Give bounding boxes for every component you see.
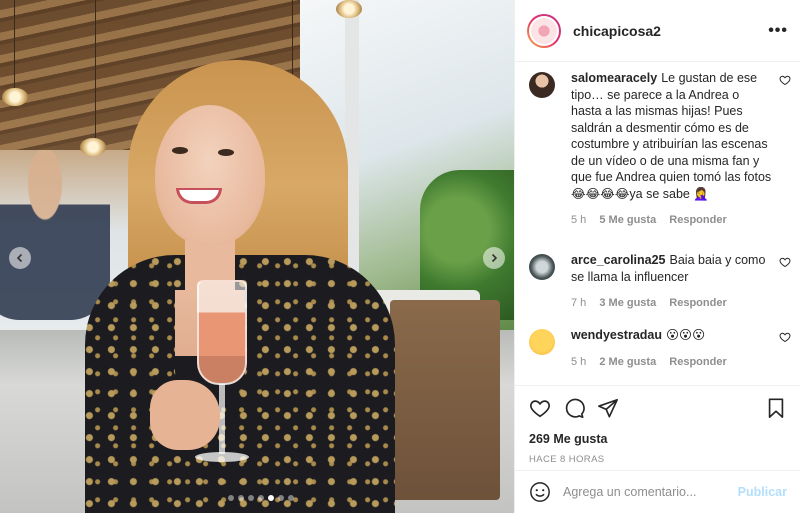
photo-woman-eye: [172, 147, 188, 154]
photo-champagne-glass: [197, 280, 247, 385]
carousel-indicator: [228, 495, 294, 501]
comment-time: 5 h: [571, 355, 587, 368]
comment-reply-button[interactable]: Responder: [669, 356, 726, 368]
action-icon-row: [529, 396, 787, 420]
heart-icon[interactable]: [529, 397, 551, 419]
carousel-dot: [258, 495, 264, 501]
author-avatar[interactable]: [527, 13, 561, 48]
comment-item: arce_carolina25 Baia baia y como se llama…: [529, 252, 791, 312]
commenter-avatar[interactable]: [529, 329, 555, 355]
author-username[interactable]: chicapicosa2: [573, 23, 768, 39]
photo-lamp: [80, 138, 106, 156]
comment-item: wendyestradau 😮😮😮 5 h 2 Me gusta Responde…: [529, 327, 791, 370]
carousel-dot: [238, 495, 244, 501]
comment-username[interactable]: wendyestradau: [571, 328, 662, 342]
comment-likes[interactable]: 2 Me gusta: [599, 356, 656, 368]
photo-lamp-wire: [14, 0, 15, 90]
carousel-dot: [278, 495, 284, 501]
comment-meta: 5 h 5 Me gusta Responder: [571, 212, 773, 229]
commenter-avatar[interactable]: [529, 72, 555, 98]
post-side-panel: chicapicosa2 ••• salomearacely Le gustan …: [514, 0, 800, 513]
comment-icon[interactable]: [563, 397, 585, 419]
photo-woman-face: [155, 105, 265, 245]
chevron-left-icon: [16, 253, 23, 263]
comment-username[interactable]: salomearacely: [571, 71, 657, 85]
photo-lamp: [2, 88, 28, 106]
comment-reply-button[interactable]: Responder: [669, 297, 726, 309]
comment-likes[interactable]: 3 Me gusta: [599, 297, 656, 309]
comment-item: salomearacely Le gustan de ese tipo… se p…: [529, 70, 791, 229]
photo-lamp-wire: [95, 0, 96, 140]
comment-like-heart-icon[interactable]: [779, 256, 791, 268]
bookmark-icon[interactable]: [765, 397, 787, 419]
comment-time: 7 h: [571, 297, 587, 309]
photo-lamp-wire: [292, 0, 293, 78]
chevron-right-icon: [491, 253, 498, 263]
author-avatar-inner: [529, 15, 559, 46]
photo-glass-foot: [195, 452, 249, 462]
emoji-icon[interactable]: [529, 481, 551, 503]
carousel-dot: [248, 495, 254, 501]
comment-meta: 5 h 2 Me gusta Responder: [571, 354, 773, 371]
carousel-dot: [288, 495, 294, 501]
share-icon[interactable]: [597, 397, 619, 419]
comment-body: wendyestradau 😮😮😮 5 h 2 Me gusta Responde…: [571, 327, 791, 370]
post-actions: 269 Me gusta HACE 8 HORAS: [515, 385, 800, 465]
carousel-dot: [228, 495, 234, 501]
comment-likes[interactable]: 5 Me gusta: [599, 214, 656, 226]
photo-background-person: [0, 150, 110, 320]
commenter-avatar[interactable]: [529, 254, 555, 280]
photo-lamp: [336, 0, 362, 18]
comment-like-heart-icon[interactable]: [779, 74, 791, 86]
comment-text: 😮😮😮: [666, 328, 706, 342]
comment-reply-button[interactable]: Responder: [669, 214, 726, 226]
carousel-next-button[interactable]: [483, 247, 505, 269]
comment-body: arce_carolina25 Baia baia y como se llama…: [571, 252, 791, 312]
post-photo[interactable]: [0, 0, 514, 513]
more-options-icon[interactable]: •••: [768, 22, 788, 40]
photo-woman-hand: [150, 380, 220, 450]
post-timestamp[interactable]: HACE 8 HORAS: [529, 454, 787, 465]
carousel-dot: [268, 495, 274, 501]
carousel-prev-button[interactable]: [9, 247, 31, 269]
publish-button[interactable]: Publicar: [738, 485, 787, 499]
comments-list: salomearacely Le gustan de ese tipo… se p…: [515, 62, 800, 385]
comment-time: 5 h: [571, 214, 587, 226]
comment-text: Le gustan de ese tipo… se parece a la An…: [571, 71, 772, 201]
comment-username[interactable]: arce_carolina25: [571, 253, 666, 267]
comment-composer: Publicar: [515, 470, 800, 513]
comment-meta: 7 h 3 Me gusta Responder: [571, 295, 773, 312]
photo-woman-eye: [218, 149, 234, 156]
comment-like-heart-icon[interactable]: [779, 331, 791, 343]
post-header: chicapicosa2 •••: [515, 0, 800, 62]
likes-count[interactable]: 269 Me gusta: [529, 432, 787, 446]
photo-chair: [390, 300, 500, 500]
author-avatar-image: [531, 17, 557, 44]
comment-input[interactable]: [563, 485, 738, 499]
comment-body: salomearacely Le gustan de ese tipo… se p…: [571, 70, 791, 229]
